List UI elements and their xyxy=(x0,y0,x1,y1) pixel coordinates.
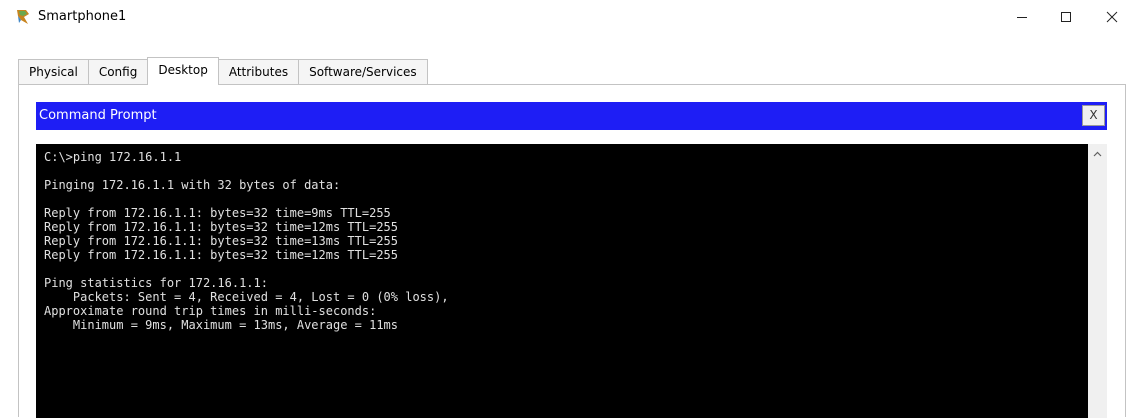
maximize-icon xyxy=(1061,12,1071,22)
desktop-content-panel: Command Prompt X C:\>ping 172.16.1.1 Pin… xyxy=(18,84,1126,418)
scroll-up-button[interactable] xyxy=(1088,144,1107,163)
terminal-line: Reply from 172.16.1.1: bytes=32 time=9ms… xyxy=(44,206,391,220)
terminal-line: Reply from 172.16.1.1: bytes=32 time=12m… xyxy=(44,248,399,262)
command-prompt-title: Command Prompt xyxy=(39,108,157,123)
chevron-up-icon xyxy=(1093,151,1102,156)
maximize-button[interactable] xyxy=(1044,0,1088,34)
tab-physical[interactable]: Physical xyxy=(18,59,89,84)
title-bar: Smartphone1 xyxy=(0,0,1134,34)
terminal-scrollbar[interactable] xyxy=(1088,144,1107,418)
terminal-line: Reply from 172.16.1.1: bytes=32 time=12m… xyxy=(44,220,399,234)
tab-config[interactable]: Config xyxy=(87,59,149,84)
terminal-line: Pinging 172.16.1.1 with 32 bytes of data… xyxy=(44,178,341,192)
command-prompt-terminal[interactable]: C:\>ping 172.16.1.1 Pinging 172.16.1.1 w… xyxy=(36,144,1107,418)
minimize-icon xyxy=(1017,17,1027,18)
command-prompt-header: Command Prompt X xyxy=(36,102,1107,130)
terminal-line: Reply from 172.16.1.1: bytes=32 time=13m… xyxy=(44,234,399,248)
close-button[interactable] xyxy=(1090,0,1134,34)
terminal-line: Minimum = 9ms, Maximum = 13ms, Average =… xyxy=(44,318,399,332)
terminal-line: C:\>ping 172.16.1.1 xyxy=(44,150,182,164)
minimize-button[interactable] xyxy=(1000,0,1044,34)
terminal-line: Ping statistics for 172.16.1.1: xyxy=(44,276,268,290)
tab-desktop[interactable]: Desktop xyxy=(147,57,219,85)
close-icon xyxy=(1106,11,1118,23)
tab-strip: Physical Config Desktop Attributes Softw… xyxy=(18,57,428,85)
terminal-line: Approximate round trip times in milli-se… xyxy=(44,304,377,318)
terminal-line: Packets: Sent = 4, Received = 4, Lost = … xyxy=(44,290,449,304)
terminal-output: C:\>ping 172.16.1.1 Pinging 172.16.1.1 w… xyxy=(44,150,1084,332)
packet-tracer-device-icon xyxy=(17,10,29,24)
tab-software-services[interactable]: Software/Services xyxy=(298,59,428,84)
window-title: Smartphone1 xyxy=(38,9,127,24)
tab-attributes[interactable]: Attributes xyxy=(217,59,300,84)
command-prompt-close-button[interactable]: X xyxy=(1082,105,1105,126)
